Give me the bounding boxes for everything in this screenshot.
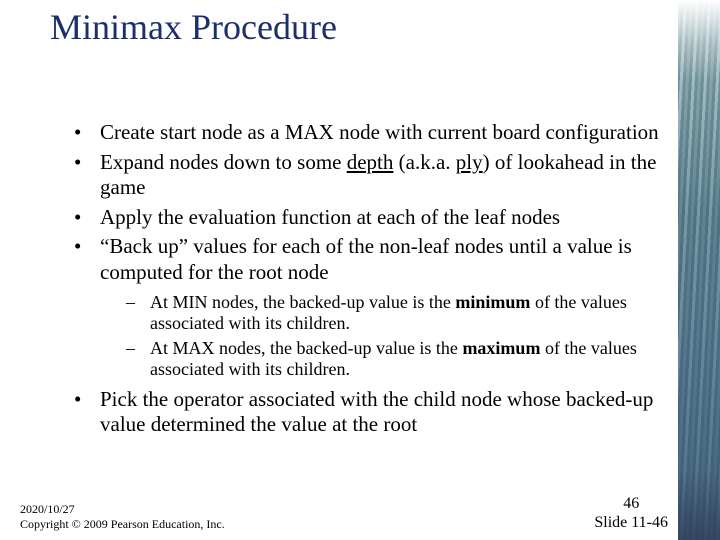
bullet-text: “Back up” values for each of the non-lea… <box>100 234 632 284</box>
bold-term-minimum: minimum <box>455 292 530 312</box>
sub-bullet-item: At MIN nodes, the backed-up value is the… <box>100 292 660 334</box>
footer-copyright: Copyright © 2009 Pearson Education, Inc. <box>20 517 225 532</box>
bold-term-maximum: maximum <box>462 338 540 358</box>
slide: Minimax Procedure Create start node as a… <box>0 0 720 540</box>
bullet-text-part: Expand nodes down to some <box>100 150 347 174</box>
bullet-text: Create start node as a MAX node with cur… <box>100 120 659 144</box>
slide-title: Minimax Procedure <box>50 6 337 48</box>
bullet-item: Pick the operator associated with the ch… <box>72 387 660 438</box>
page-number: 46 <box>594 494 668 513</box>
bullet-text: Pick the operator associated with the ch… <box>100 387 653 437</box>
footer-right: 46 Slide 11-46 <box>594 494 668 532</box>
bullet-item: Apply the evaluation function at each of… <box>72 205 660 231</box>
slide-reference: Slide 11-46 <box>594 513 668 532</box>
sub-bullet-text-part: At MAX nodes, the backed-up value is the <box>150 338 462 358</box>
sub-bullet-text-part: At MIN nodes, the backed-up value is the <box>150 292 455 312</box>
footer-date: 2020/10/27 <box>20 502 225 517</box>
underlined-term-ply: ply <box>456 150 483 174</box>
bullet-text: Apply the evaluation function at each of… <box>100 205 560 229</box>
underlined-term-depth: depth <box>347 150 394 174</box>
slide-content: Create start node as a MAX node with cur… <box>72 120 660 442</box>
footer-left: 2020/10/27 Copyright © 2009 Pearson Educ… <box>20 502 225 532</box>
sub-bullet-list: At MIN nodes, the backed-up value is the… <box>100 292 660 381</box>
bullet-item: “Back up” values for each of the non-lea… <box>72 234 660 380</box>
bullet-text-part: (a.k.a. <box>393 150 455 174</box>
sub-bullet-item: At MAX nodes, the backed-up value is the… <box>100 338 660 380</box>
bullet-item: Create start node as a MAX node with cur… <box>72 120 660 146</box>
bullet-item: Expand nodes down to some depth (a.k.a. … <box>72 150 660 201</box>
bullet-list: Create start node as a MAX node with cur… <box>72 120 660 438</box>
